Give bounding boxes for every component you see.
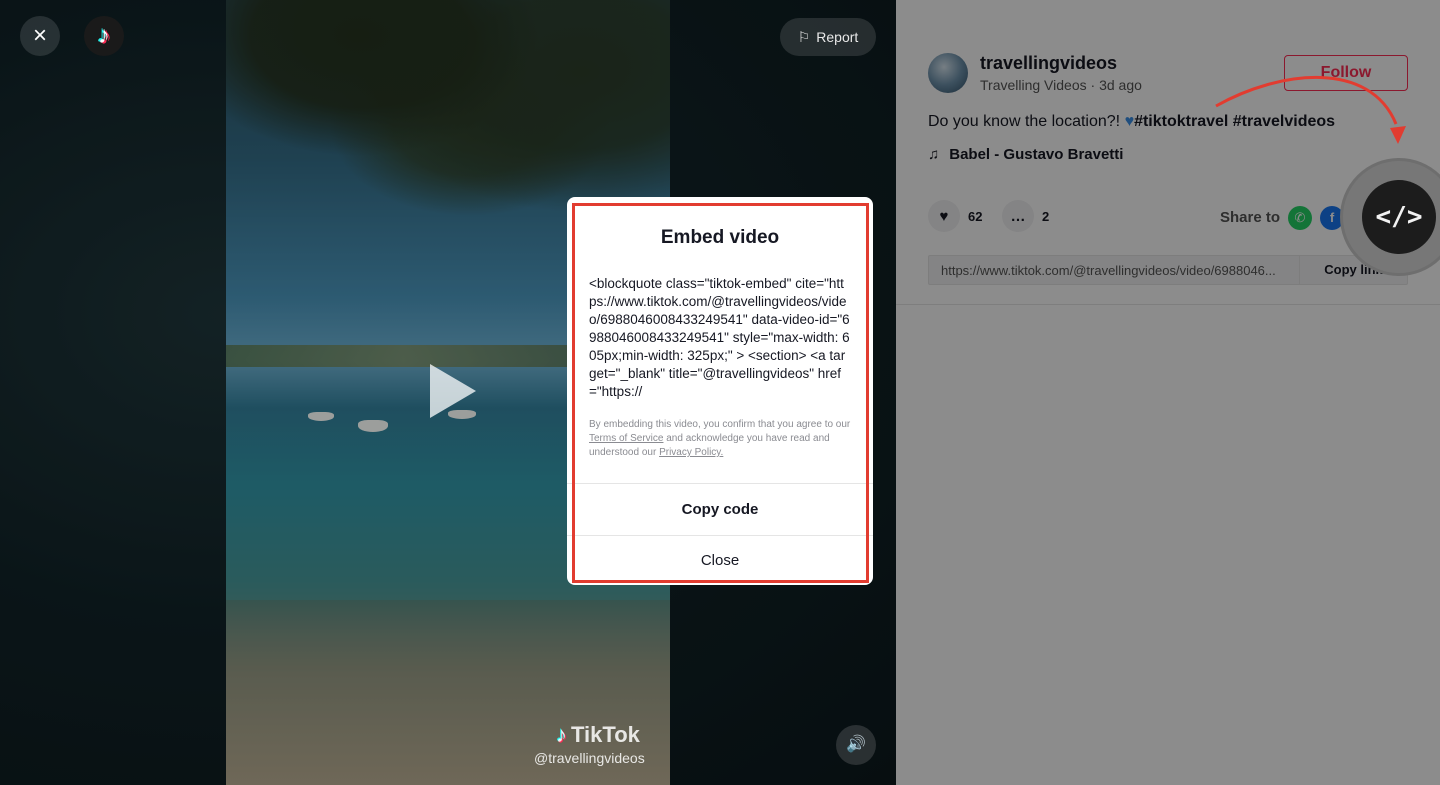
disclaimer-text-1: By embedding this video, you confirm tha… [589,419,851,430]
privacy-policy-link[interactable]: Privacy Policy. [659,447,723,458]
video-link-input[interactable]: https://www.tiktok.com/@travellingvideos… [929,263,1299,278]
embed-disclaimer: By embedding this video, you confirm tha… [589,418,851,460]
modal-title: Embed video [660,227,780,248]
comment-action[interactable]: … 2 [1002,200,1049,232]
volume-button[interactable]: 🔊 [836,725,876,765]
tiktok-logo-button[interactable]: ♪ [84,16,124,56]
flag-icon: ⚐ [797,28,811,45]
report-label: Report [816,29,859,45]
share-label: Share to [1220,209,1281,226]
embed-code-icon[interactable]: </> [1362,180,1436,254]
music-link[interactable]: ♫ Babel - Gustavo Bravetti [928,146,1123,163]
author-username[interactable]: travellingvideos [980,53,1117,74]
like-count: 62 [968,208,983,224]
caption-text: Do you know the location?! [928,113,1125,130]
comment-icon[interactable]: … [1002,200,1034,232]
terms-of-service-link[interactable]: Terms of Service [589,433,663,444]
tiktok-logo-icon: ♪ [98,22,110,49]
watermark-brand: TikTok [571,722,640,747]
video-link-box: https://www.tiktok.com/@travellingvideos… [928,255,1408,285]
like-action[interactable]: ♥ 62 [928,200,982,232]
comment-count: 2 [1042,208,1050,224]
annotation-arrow [1215,76,1406,144]
author-subline: Travelling Videos · 3d ago [980,77,1142,93]
close-icon: × [32,22,47,49]
video-watermark: ♪ TikTok @travellingvideos [534,722,645,766]
music-note-icon: ♫ [928,146,940,163]
copy-code-button[interactable]: Copy code [567,484,873,535]
author-display-name: Travelling Videos [980,77,1087,93]
embed-code-text[interactable]: <blockquote class="tiktok-embed" cite="h… [589,275,851,401]
blue-heart-icon: ♥ [1124,113,1135,130]
play-icon[interactable] [430,364,476,418]
close-viewer-button[interactable]: × [20,16,60,56]
heart-icon[interactable]: ♥ [928,200,960,232]
avatar[interactable] [928,53,968,93]
music-title: Babel - Gustavo Bravetti [949,146,1124,163]
close-modal-button[interactable]: Close [567,536,873,585]
embed-video-modal: Embed video <blockquote class="tiktok-em… [567,197,873,585]
whatsapp-icon[interactable]: ✆ [1288,206,1312,230]
report-button[interactable]: ⚐ Report [780,18,876,56]
watermark-handle: @travellingvideos [534,750,645,766]
post-time: 3d ago [1099,77,1142,93]
tiktok-watermark-icon: ♪ [556,722,567,747]
speaker-icon: 🔊 [846,736,866,753]
